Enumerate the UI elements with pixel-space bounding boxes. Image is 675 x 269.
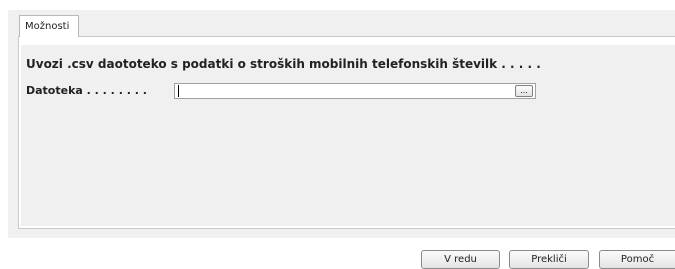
options-panel <box>21 45 675 226</box>
tab-label: Možnosti <box>25 21 70 32</box>
browse-button[interactable]: ... <box>515 85 533 97</box>
cancel-button[interactable]: Prekliči <box>509 250 589 269</box>
file-path-input[interactable] <box>174 83 536 99</box>
text-caret <box>178 85 179 97</box>
section-heading: Uvozi .csv daototeko s podatki o stroški… <box>26 57 541 71</box>
tab-moznosti[interactable]: Možnosti <box>19 15 79 37</box>
dialog: Možnosti Uvozi .csv daototeko s podatki … <box>0 0 675 269</box>
file-field-label: Datoteka . . . . . . . . <box>26 84 147 97</box>
help-button[interactable]: Pomoč <box>599 250 675 269</box>
ok-button[interactable]: V redu <box>421 250 500 269</box>
